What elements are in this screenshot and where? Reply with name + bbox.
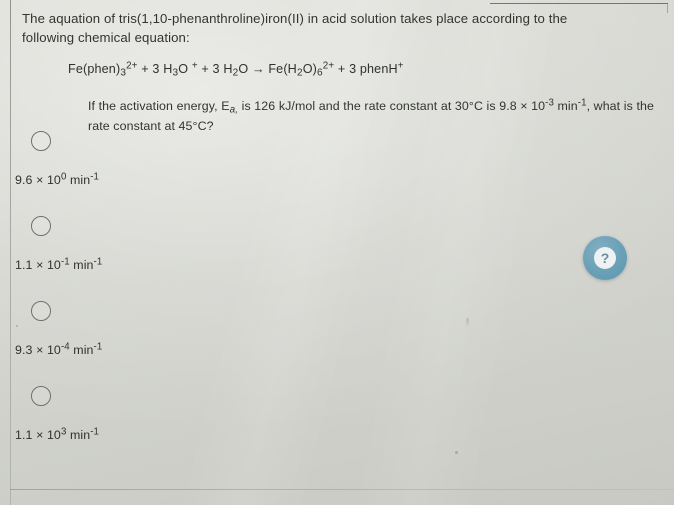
- question-prompt: The aquation of tris(1,10-phenanthroline…: [22, 9, 652, 47]
- question-content: The aquation of tris(1,10-phenanthroline…: [0, 0, 674, 505]
- equation-plus-1: + 3 H: [141, 62, 173, 76]
- answer-option-label-1: 9.6 × 100 min-1: [15, 171, 100, 187]
- given-text-3: min: [553, 99, 578, 113]
- option-2-unit: min: [73, 258, 94, 272]
- answer-option[interactable]: 9.3 × 10-4 min-1: [15, 301, 322, 371]
- option-2-exponent: -1: [60, 256, 70, 268]
- option-1-unit-exponent: -1: [90, 171, 100, 183]
- equation-reactant-3: O: [238, 62, 249, 76]
- question-prompt-line-2: following chemical equation:: [22, 30, 190, 45]
- answer-option-label-4: 1.1 × 103 min-1: [15, 426, 100, 442]
- radio-button-option-3[interactable]: [31, 301, 51, 321]
- equation-arrow: →: [251, 62, 265, 76]
- answer-option-label-3: 9.3 × 10-4 min-1: [15, 341, 103, 357]
- option-1-unit: min: [69, 173, 91, 187]
- answer-option[interactable]: 1.1 × 10-1 min-1: [15, 216, 322, 286]
- option-3-unit: min: [73, 343, 94, 357]
- given-text-2: is 126 kJ/mol and the rate constant at 3…: [238, 99, 546, 113]
- equation-reactant-1: Fe(phen): [68, 62, 121, 76]
- option-1-exponent: 0: [60, 171, 67, 183]
- option-4-unit: min: [69, 428, 91, 442]
- equation-reactant-2: O: [178, 62, 189, 76]
- option-4-unit-exponent: -1: [90, 426, 100, 438]
- question-mark-icon: ?: [594, 247, 616, 269]
- page-surface: The aquation of tris(1,10-phenanthroline…: [0, 0, 674, 505]
- given-subscript-a: a,: [229, 104, 239, 116]
- option-1-coefficient: 9.6 × 10: [15, 173, 61, 187]
- option-2-coefficient: 1.1 × 10: [15, 258, 61, 272]
- answer-option[interactable]: 1.1 × 103 min-1: [15, 386, 322, 456]
- equation-product-1-charge: 2+: [322, 60, 335, 72]
- help-button[interactable]: ?: [583, 236, 627, 280]
- equation-plus-3: + 3 phenH: [337, 62, 398, 76]
- option-4-coefficient: 1.1 × 10: [15, 428, 61, 442]
- given-exponent-1: -3: [545, 97, 554, 109]
- option-2-unit-exponent: -1: [93, 256, 103, 268]
- equation-reactant-2-charge: +: [191, 60, 198, 72]
- radio-button-option-4[interactable]: [31, 386, 51, 406]
- chemical-equation: Fe(phen)32+ + 3 H3O + + 3 H2O → Fe(H2O)6…: [68, 60, 404, 78]
- equation-product-1-mid: O): [302, 62, 317, 76]
- equation-product-1: Fe(H: [268, 62, 297, 76]
- option-3-coefficient: 9.3 × 10: [15, 343, 61, 357]
- question-given-conditions: If the activation energy, Ea, is 126 kJ/…: [88, 96, 658, 136]
- radio-button-option-1[interactable]: [31, 131, 51, 151]
- given-exponent-2: -1: [577, 97, 587, 109]
- answer-option[interactable]: 9.6 × 100 min-1: [15, 131, 322, 201]
- equation-reactant-1-charge: 2+: [126, 60, 138, 72]
- option-4-exponent: 3: [60, 426, 67, 438]
- radio-button-option-2[interactable]: [31, 216, 51, 236]
- option-3-unit-exponent: -1: [93, 341, 103, 353]
- given-text-1: If the activation energy, E: [88, 99, 230, 113]
- answer-option-label-2: 1.1 × 10-1 min-1: [15, 256, 103, 272]
- option-3-exponent: -4: [60, 341, 70, 353]
- question-prompt-line-1: The aquation of tris(1,10-phenanthroline…: [22, 11, 568, 26]
- equation-plus-2: + 3 H: [201, 62, 233, 76]
- equation-product-2-charge: +: [397, 60, 404, 72]
